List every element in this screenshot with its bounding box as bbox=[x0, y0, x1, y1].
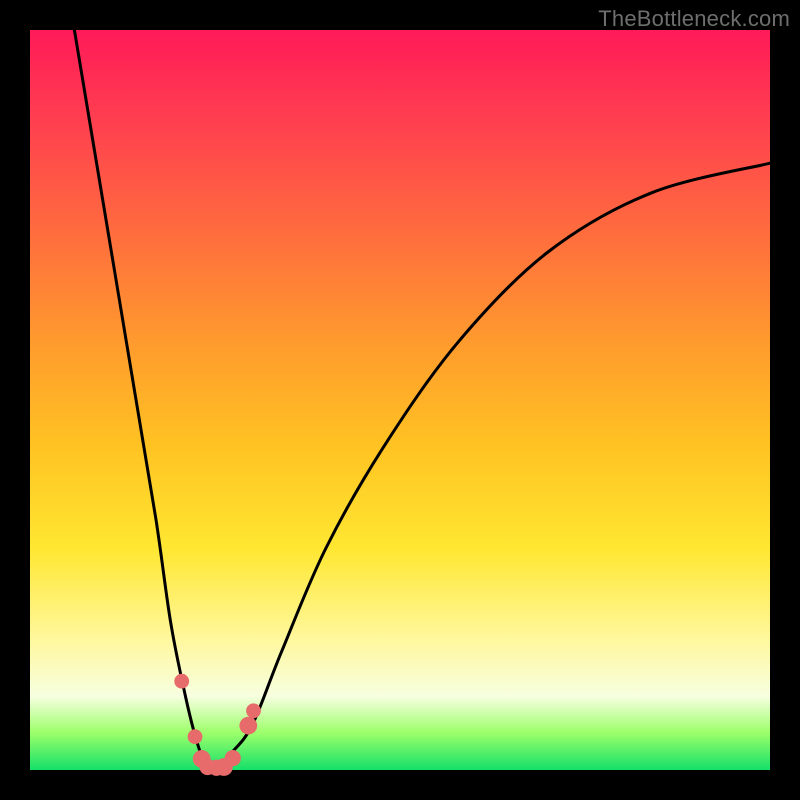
curve-marker bbox=[188, 729, 203, 744]
chart-frame: TheBottleneck.com bbox=[0, 0, 800, 800]
bottleneck-curve-svg bbox=[30, 30, 770, 770]
curve-markers bbox=[174, 674, 261, 776]
curve-marker bbox=[246, 703, 261, 718]
watermark-text: TheBottleneck.com bbox=[598, 6, 790, 32]
curve-marker bbox=[174, 674, 189, 689]
curve-marker bbox=[239, 717, 257, 735]
curve-marker bbox=[225, 750, 241, 766]
bottleneck-curve bbox=[74, 30, 770, 772]
plot-area bbox=[30, 30, 770, 770]
